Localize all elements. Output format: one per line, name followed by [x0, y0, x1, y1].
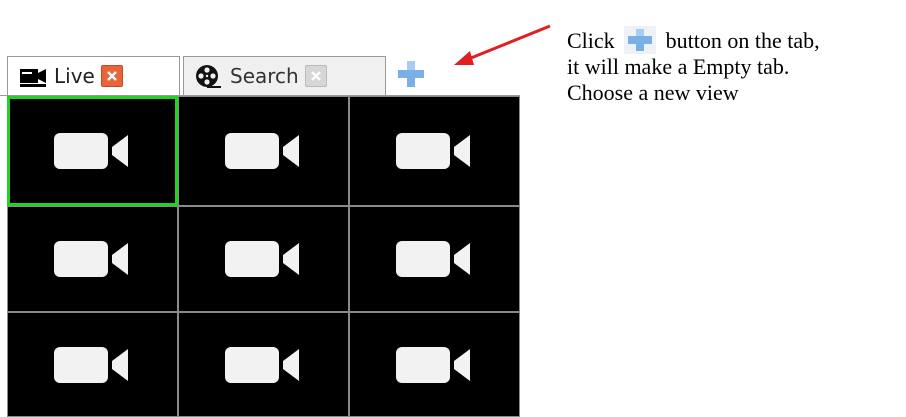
close-icon[interactable]: [100, 65, 123, 87]
tab-live[interactable]: Live: [7, 56, 180, 95]
note-line-1: Click button on the tab,: [567, 26, 820, 54]
video-grid: [7, 96, 520, 417]
instruction-note: Click button on the tab, it will make a …: [567, 26, 820, 106]
note-line-3: Choose a new view: [567, 80, 739, 105]
plus-icon: [624, 26, 657, 54]
note-line-2: it will make a Empty tab.: [567, 54, 790, 79]
close-icon[interactable]: [304, 65, 327, 87]
video-cell[interactable]: [7, 96, 178, 206]
video-cell[interactable]: [178, 206, 349, 312]
video-camera-icon: [53, 241, 128, 277]
video-cell[interactable]: [7, 312, 178, 417]
tab-search[interactable]: Search: [183, 56, 386, 95]
tab-live-label: Live: [54, 64, 95, 88]
plus-icon: [398, 61, 424, 87]
video-camera-icon: [395, 133, 470, 169]
video-camera-icon: [395, 241, 470, 277]
video-camera-icon: [395, 346, 470, 383]
video-cell[interactable]: [178, 312, 349, 417]
video-camera-icon: [53, 346, 128, 383]
video-camera-icon: [53, 133, 128, 169]
video-camera-icon: [224, 241, 299, 277]
video-cell[interactable]: [178, 96, 349, 206]
film-reel-icon: [196, 65, 221, 88]
video-camera-icon: [224, 346, 299, 383]
camera-icon: [20, 69, 46, 87]
video-cell[interactable]: [7, 206, 178, 312]
video-cell[interactable]: [349, 312, 520, 417]
add-tab-button[interactable]: [392, 57, 430, 91]
video-camera-icon: [224, 133, 299, 169]
tab-search-label: Search: [230, 64, 299, 88]
annotation-arrow: [454, 24, 551, 65]
video-cell[interactable]: [349, 206, 520, 312]
video-cell[interactable]: [349, 96, 520, 206]
